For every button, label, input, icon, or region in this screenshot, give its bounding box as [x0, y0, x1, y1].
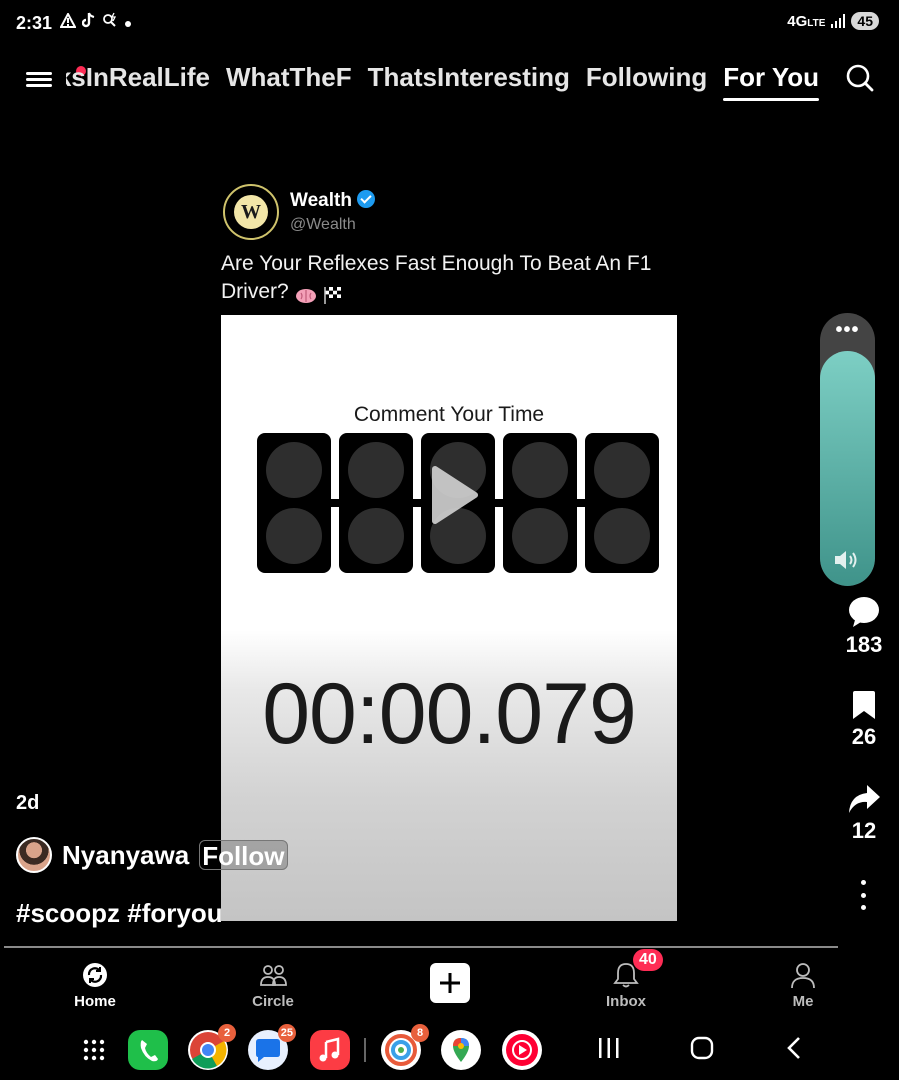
creator-avatar[interactable] [16, 837, 52, 873]
youtube-music-app-icon[interactable] [502, 1030, 542, 1070]
brain-emoji-icon [295, 284, 317, 304]
top-nav: ksInRealLife WhatTheF ThatsInteresting F… [0, 56, 899, 104]
account-handle: @Wealth [290, 216, 356, 233]
home-button[interactable] [688, 1036, 716, 1065]
share-count: 12 [851, 818, 877, 843]
volume-more-icon[interactable]: ••• [820, 320, 875, 340]
bookmark-icon [853, 691, 875, 719]
more-options-icon[interactable] [857, 880, 869, 910]
reaction-timer: 00:00.079 [262, 666, 637, 762]
search-bolt-icon [102, 12, 118, 33]
share-button[interactable]: 12 [836, 784, 892, 844]
network-indicator: 4GLTE [787, 12, 826, 30]
bookmark-button[interactable]: 26 [836, 690, 892, 750]
comment-icon [849, 597, 879, 627]
account-avatar: W [223, 184, 279, 240]
start-light [503, 433, 577, 573]
photos-app-icon[interactable]: 8 [381, 1024, 429, 1070]
nav-home[interactable]: Home [50, 955, 140, 1010]
back-button[interactable] [784, 1036, 806, 1065]
search-icon [846, 64, 874, 92]
hashtags[interactable]: #scoopz #foryou [16, 898, 223, 929]
comment-button[interactable]: 183 [836, 596, 892, 658]
play-button[interactable] [427, 465, 479, 525]
video-player[interactable]: Comment Your Time 00:00.079 [221, 315, 677, 921]
status-time: 2:31 [16, 13, 53, 33]
app-drawer-icon[interactable] [74, 1030, 114, 1070]
play-icon [432, 466, 478, 524]
music-app-icon[interactable] [310, 1030, 350, 1070]
post-age: 2d [16, 792, 40, 814]
search-button[interactable] [846, 64, 874, 92]
recents-button[interactable] [596, 1036, 622, 1065]
tab-tiktokinreallife[interactable]: ksInRealLife [66, 62, 210, 93]
checkered-flag-icon [322, 284, 344, 305]
status-right: 4GLTE 45 [787, 12, 879, 30]
tab-following[interactable]: Following [586, 62, 707, 93]
chrome-badge: 2 [218, 1024, 236, 1042]
start-light [339, 433, 413, 573]
video-title: Comment Your Time [353, 403, 545, 426]
creator-username[interactable]: Nyanyawa [62, 840, 189, 871]
back-chevron-icon [787, 1037, 800, 1059]
bookmark-count: 26 [851, 724, 877, 749]
nav-circle[interactable]: Circle [228, 955, 318, 1010]
follow-button[interactable]: Follow [199, 840, 288, 871]
post-caption: Are Your Reflexes Fast Enough To Beat An… [221, 252, 652, 305]
phone-app-icon[interactable] [128, 1030, 168, 1070]
chrome-app-icon[interactable]: 2 [188, 1024, 236, 1070]
start-light [257, 433, 331, 573]
plus-icon [440, 973, 460, 993]
notification-icons [59, 11, 132, 33]
messages-app-icon[interactable]: 25 [248, 1024, 296, 1070]
progress-divider [4, 946, 838, 948]
circle-icon [260, 965, 287, 986]
status-bar: 2:31 4GLTE 45 [0, 0, 899, 48]
battery-indicator: 45 [851, 12, 879, 30]
home-icon [83, 963, 107, 987]
volume-slider[interactable]: ••• [820, 313, 875, 586]
bottom-nav: Home Circle Inbox 40 Me [0, 949, 899, 1015]
photos-badge: 8 [411, 1024, 429, 1042]
menu-button[interactable] [24, 66, 86, 92]
warning-icon [59, 11, 77, 33]
tab-for-you[interactable]: For You [723, 62, 819, 101]
feed-tabs: ksInRealLife WhatTheF ThatsInteresting F… [66, 62, 819, 101]
speaker-icon [832, 548, 862, 572]
dot-icon [124, 13, 132, 33]
create-button[interactable] [430, 963, 470, 1003]
maps-app-icon[interactable] [441, 1030, 481, 1070]
tab-thatsinteresting[interactable]: ThatsInteresting [368, 62, 570, 93]
comment-count: 183 [845, 632, 883, 657]
messages-badge: 25 [277, 1024, 296, 1042]
creator-row: Nyanyawa Follow [16, 836, 288, 874]
tab-whatthef[interactable]: WhatTheF [226, 62, 352, 93]
recents-icon [599, 1038, 619, 1058]
dock-separator [364, 1038, 366, 1062]
start-light [585, 433, 659, 573]
android-dock: 2 25 8 [0, 1018, 899, 1080]
inbox-badge: 40 [633, 949, 663, 971]
profile-icon [791, 963, 815, 989]
account-name: Wealth [290, 190, 375, 212]
verified-icon [356, 190, 375, 208]
share-icon [849, 785, 880, 813]
home-circle-icon [690, 1036, 714, 1060]
nav-me[interactable]: Me [758, 955, 848, 1010]
signal-icon [831, 14, 846, 28]
tiktok-icon [81, 12, 96, 33]
